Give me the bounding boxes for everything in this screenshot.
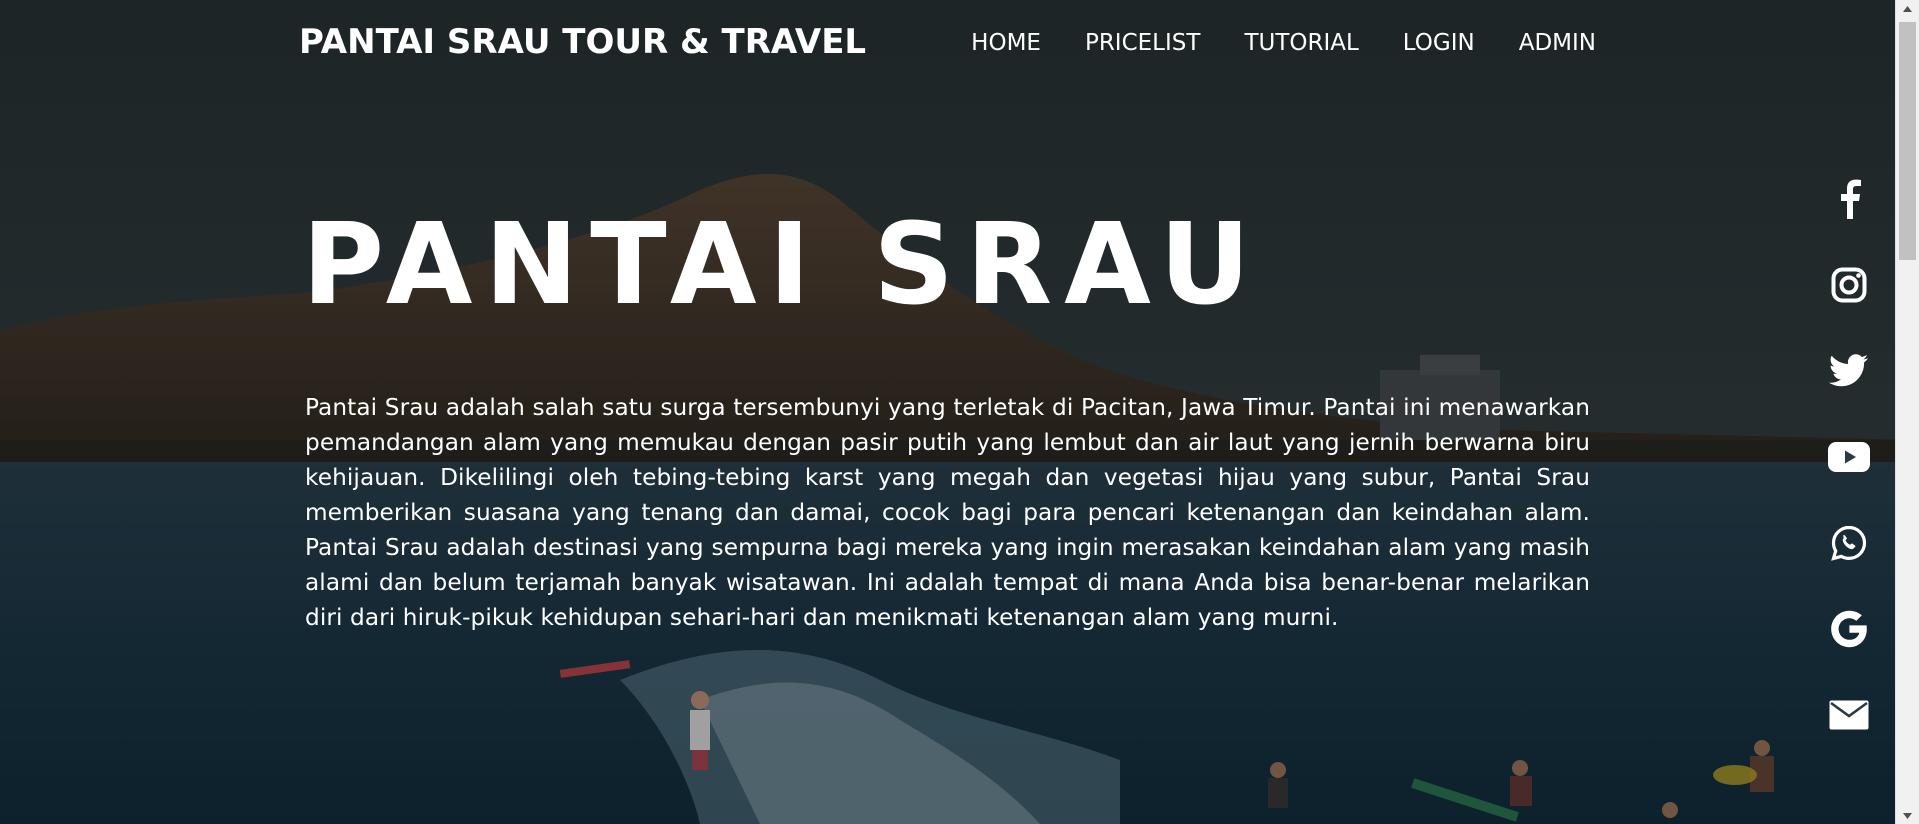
twitter-link[interactable] — [1826, 348, 1872, 394]
site-brand[interactable]: PANTAI SRAU TOUR & TRAVEL — [299, 22, 866, 62]
site-header: PANTAI SRAU TOUR & TRAVEL HOME PRICELIST… — [0, 0, 1896, 92]
nav-login[interactable]: LOGIN — [1403, 30, 1475, 56]
youtube-icon — [1828, 442, 1870, 472]
whatsapp-link[interactable] — [1826, 520, 1872, 566]
instagram-link[interactable] — [1826, 262, 1872, 308]
hero-title: PANTAI SRAU — [302, 200, 1263, 330]
google-icon — [1831, 610, 1867, 648]
email-link[interactable] — [1826, 692, 1872, 738]
main-nav: HOME PRICELIST TUTORIAL LOGIN ADMIN — [927, 30, 1596, 56]
youtube-link[interactable] — [1826, 434, 1872, 480]
scroll-down-arrow-icon[interactable] — [1896, 807, 1919, 824]
facebook-link[interactable] — [1826, 176, 1872, 222]
scroll-thumb[interactable] — [1899, 22, 1916, 260]
landing-page: PANTAI SRAU TOUR & TRAVEL HOME PRICELIST… — [0, 0, 1919, 824]
email-icon — [1829, 700, 1869, 730]
page-scrollbar[interactable] — [1895, 0, 1919, 824]
nav-home[interactable]: HOME — [971, 30, 1041, 56]
nav-pricelist[interactable]: PRICELIST — [1085, 30, 1200, 56]
scroll-up-arrow-icon[interactable] — [1896, 0, 1919, 17]
whatsapp-icon — [1831, 525, 1867, 561]
nav-admin[interactable]: ADMIN — [1519, 30, 1596, 56]
facebook-icon — [1841, 179, 1861, 219]
nav-tutorial[interactable]: TUTORIAL — [1244, 30, 1358, 56]
google-link[interactable] — [1826, 606, 1872, 652]
instagram-icon — [1831, 267, 1867, 303]
twitter-icon — [1829, 354, 1869, 387]
hero-description: Pantai Srau adalah salah satu surga ters… — [305, 394, 1590, 631]
